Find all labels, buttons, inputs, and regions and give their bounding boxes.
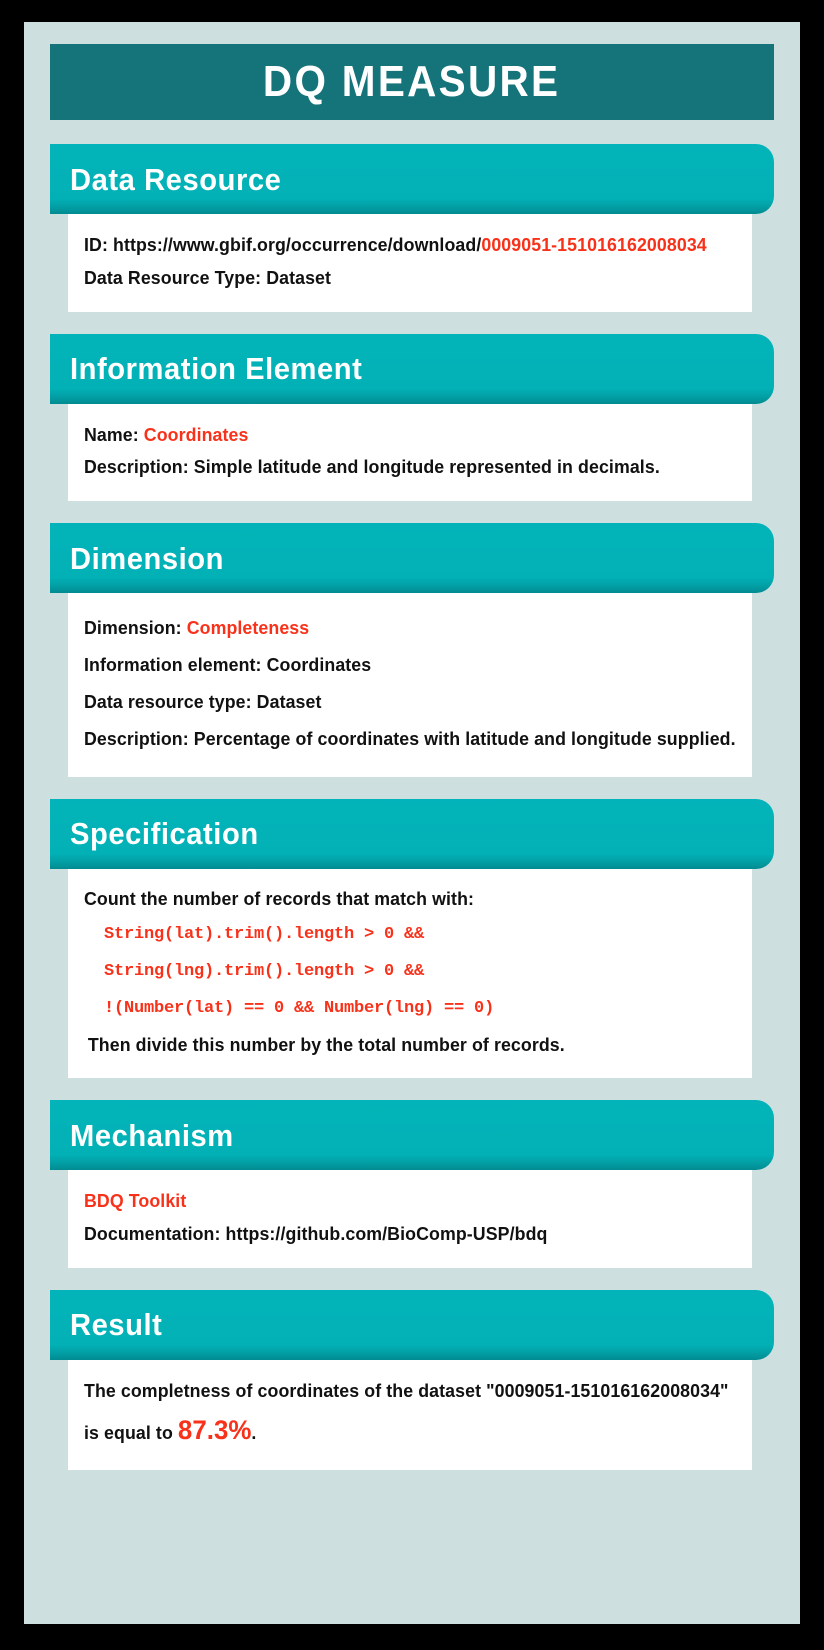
mechanism-toolkit-name: BDQ Toolkit [84,1190,187,1212]
section-body-dimension: Dimension: Completeness Information elem… [68,593,752,777]
result-sentence-suffix: . [251,1421,257,1443]
section-header-mechanism: Mechanism [50,1100,774,1171]
specification-code-line-1: String(lat).trim().length > 0 && [104,925,425,945]
result-percentage-value: 87.3% [177,1414,252,1445]
specification-outro: Then divide this number by the total num… [87,1034,565,1056]
section-header-dimension: Dimension [50,523,774,594]
poster-card: DQ MEASURE Data Resource ID: https://www… [24,22,800,1624]
dimension-information-element-line: Information element: Coordinates [84,654,372,676]
information-element-name-label: Name: [84,423,144,445]
section-body-specification: Count the number of records that match w… [68,868,752,1079]
section-header-specification: Specification [50,798,774,869]
section-data-resource: Data Resource ID: https://www.gbif.org/o… [50,144,774,312]
section-title-information-element: Information Element [70,351,363,387]
section-title-specification: Specification [70,816,259,851]
section-dimension: Dimension Dimension: Completeness Inform… [50,523,774,777]
section-information-element: Information Element Name: Coordinates De… [50,333,774,502]
information-element-name-line: Name: Coordinates [84,422,710,449]
section-result: Result The completness of coordinates of… [50,1289,774,1470]
poster-frame: DQ MEASURE Data Resource ID: https://www… [0,0,824,1650]
section-title-dimension: Dimension [70,540,225,576]
data-resource-id-value: 0009051-151016162008034 [481,234,707,255]
specification-code-block: String(lat).trim().length > 0 && String(… [84,926,736,1018]
dimension-data-resource-type-line: Data resource type: Dataset [84,690,322,712]
section-body-mechanism: BDQ Toolkit Documentation: https://githu… [68,1170,752,1268]
result-sentence-line-2: is equal to 87.3%. [84,1411,710,1450]
section-body-data-resource: ID: https://www.gbif.org/occurrence/down… [68,214,752,312]
specification-intro: Count the number of records that match w… [84,887,475,909]
specification-code-line-3: !(Number(lat) == 0 && Number(lng) == 0) [104,998,495,1018]
dimension-label: Dimension: [84,617,187,639]
section-mechanism: Mechanism BDQ Toolkit Documentation: htt… [50,1100,774,1268]
section-title-result: Result [70,1307,163,1343]
data-resource-id-label: ID: [84,234,113,255]
section-header-data-resource: Data Resource [50,144,774,214]
mechanism-documentation-line: Documentation: https://github.com/BioCom… [84,1223,548,1244]
dimension-description-line: Description: Percentage of coordinates w… [84,727,736,749]
specification-code-line-2: String(lng).trim().length > 0 && [104,962,425,981]
dimension-value: Completeness [186,617,310,639]
result-sentence-prefix: is equal to [84,1421,178,1443]
section-header-result: Result [50,1289,774,1360]
section-body-information-element: Name: Coordinates Description: Simple la… [68,403,752,502]
data-resource-id-line: ID: https://www.gbif.org/occurrence/down… [84,232,710,259]
section-header-information-element: Information Element [50,333,774,404]
data-resource-type-line: Data Resource Type: Dataset [84,266,332,288]
section-specification: Specification Count the number of record… [50,798,774,1079]
information-element-description-line: Description: Simple latitude and longitu… [84,456,660,478]
data-resource-id-prefix: https://www.gbif.org/occurrence/download… [112,234,482,255]
section-title-data-resource: Data Resource [70,161,282,197]
result-sentence-line-1: The completness of coordinates of the da… [84,1379,729,1401]
section-body-result: The completness of coordinates of the da… [68,1359,752,1470]
section-title-mechanism: Mechanism [70,1117,234,1153]
dimension-value-line: Dimension: Completeness [84,615,710,642]
page-title-banner: DQ MEASURE [50,44,774,120]
page-title: DQ MEASURE [263,57,561,106]
information-element-name-value: Coordinates [143,423,249,445]
